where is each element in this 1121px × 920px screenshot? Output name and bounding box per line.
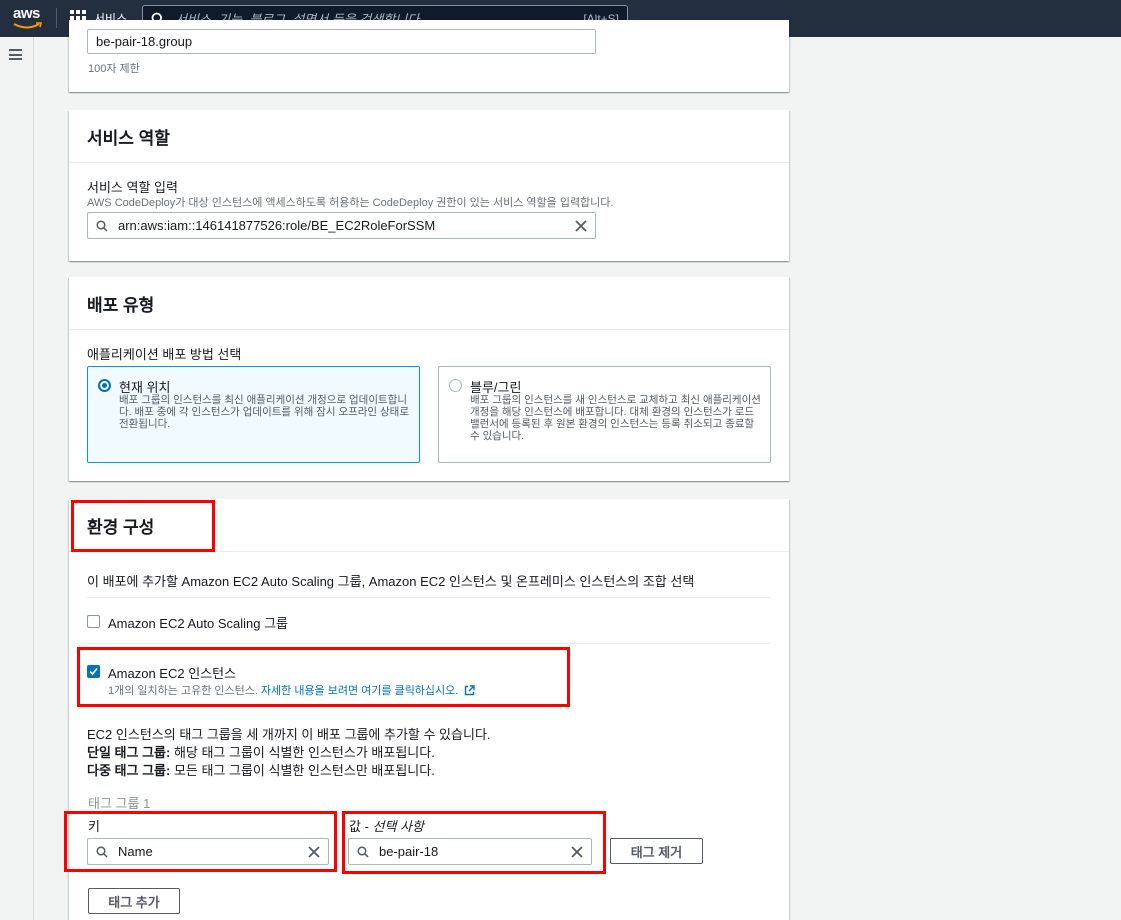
aws-smile-icon [13,22,43,29]
clear-icon[interactable] [308,845,320,858]
details-link[interactable]: 자세한 내용을 보려면 여기를 클릭하십시오. [261,682,458,698]
in-place-option[interactable]: 현재 위치 배포 그룹의 인스턴스를 최신 애플리케이션 개정으로 업데이트합니… [87,366,420,463]
nav-divider [56,8,57,28]
blue-green-radio[interactable] [449,379,462,392]
tag-group-title: 태그 그룹 1 [88,796,151,811]
service-role-input[interactable]: arn:aws:iam::146141877526:role/BE_EC2Rol… [87,212,596,239]
tag-group-info: EC2 인스턴스의 태그 그룹을 세 개까지 이 배포 그룹에 추가할 수 있습… [87,727,491,778]
deployment-type-panel: 배포 유형 애플리케이션 배포 방법 선택 현재 위치 배포 그룹의 인스턴스를… [69,277,789,481]
remove-tag-button[interactable]: 태그 제거 [610,838,703,864]
clear-icon[interactable] [571,845,583,858]
char-limit-hint: 100자 제한 [88,63,140,75]
divider [87,643,771,644]
deployment-group-name-panel: be-pair-18.group 100자 제한 [69,20,789,92]
tag-value-label: 값 - 선택 사항 [349,819,424,834]
clear-icon[interactable] [575,219,587,232]
search-icon [96,845,108,858]
in-place-radio[interactable] [98,379,111,392]
auto-scaling-group-label: Amazon EC2 Auto Scaling 그룹 [108,616,289,631]
ec2-instances-checkbox[interactable] [87,665,100,678]
add-tag-button[interactable]: 태그 추가 [88,888,180,914]
aws-logo[interactable]: aws [12,4,44,32]
side-navigation-rail [0,37,34,920]
tag-key-label: 키 [88,819,100,834]
menu-toggle-icon[interactable] [9,49,22,60]
ec2-match-info: 1개의 일치하는 고유한 인스턴스. 자세한 내용을 보려면 여기를 클릭하십시… [108,682,476,698]
service-role-description: AWS CodeDeploy가 대상 인스턴스에 액세스하도록 허용하는 Cod… [87,197,614,209]
deployment-method-label: 애플리케이션 배포 방법 선택 [87,347,242,362]
tag-value-input[interactable]: be-pair-18 [348,838,592,865]
search-icon [357,845,369,858]
search-icon [96,219,108,232]
divider [87,597,771,598]
tag-key-input[interactable]: Name [87,838,329,865]
deployment-group-name-field[interactable]: be-pair-18.group [87,29,596,54]
blue-green-option[interactable]: 블루/그린 배포 그룹의 인스턴스를 새 인스턴스로 교체하고 최신 애플리케이… [438,366,771,463]
external-link-icon[interactable] [464,684,476,696]
environment-configuration-panel: 환경 구성 이 배포에 추가할 Amazon EC2 Auto Scaling … [69,499,789,920]
environment-title: 환경 구성 [69,499,789,552]
auto-scaling-group-checkbox[interactable] [87,615,100,628]
service-role-title: 서비스 역할 [69,110,789,163]
ec2-instances-label: Amazon EC2 인스턴스 [108,666,237,681]
environment-description: 이 배포에 추가할 Amazon EC2 Auto Scaling 그룹, Am… [87,574,695,589]
service-role-panel: 서비스 역할 서비스 역할 입력 AWS CodeDeploy가 대상 인스턴스… [69,110,789,261]
deployment-type-title: 배포 유형 [69,277,789,330]
